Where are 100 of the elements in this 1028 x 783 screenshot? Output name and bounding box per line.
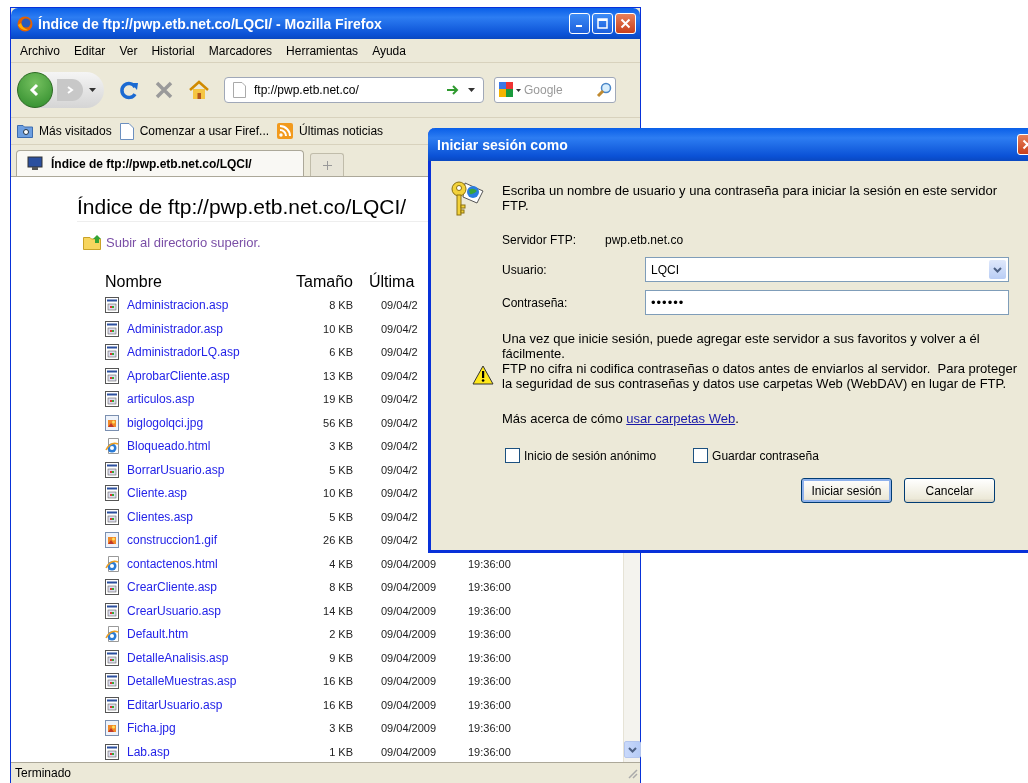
- file-date: 09/04/2: [381, 346, 418, 359]
- search-icon[interactable]: [596, 82, 612, 98]
- menu-item[interactable]: Marcadores: [203, 43, 282, 58]
- resize-grip-icon[interactable]: [626, 767, 638, 779]
- cancel-button[interactable]: Cancelar: [904, 478, 995, 503]
- menu-item[interactable]: Historial: [146, 43, 204, 58]
- go-arrow-icon[interactable]: [446, 84, 460, 96]
- file-link[interactable]: biglogolqci.jpg: [127, 415, 287, 430]
- bookmark-item[interactable]: Últimas noticias: [277, 123, 384, 139]
- search-engine-icon[interactable]: [498, 81, 522, 99]
- file-link[interactable]: DetalleMuestras.asp: [127, 674, 287, 689]
- checkbox[interactable]: [505, 448, 520, 463]
- image-file-icon: [105, 720, 119, 737]
- checkbox-label: Guardar contraseña: [712, 448, 819, 463]
- file-size: 16 KB: [322, 675, 353, 688]
- file-link[interactable]: DetalleAnalisis.asp: [127, 650, 287, 665]
- file-date: 09/04/2009: [381, 675, 437, 688]
- script-file-icon: [105, 391, 119, 408]
- server-label: Servidor FTP:: [502, 233, 577, 247]
- file-time: 19:36:00: [468, 745, 511, 758]
- file-date: 09/04/2009: [381, 698, 437, 711]
- script-file-icon: [105, 344, 119, 361]
- file-link[interactable]: Clientes.asp: [127, 509, 287, 524]
- close-icon: [620, 18, 631, 29]
- file-link[interactable]: EditarUsuario.asp: [127, 697, 287, 712]
- back-button[interactable]: [17, 72, 53, 108]
- file-link[interactable]: Lab.asp: [127, 744, 287, 759]
- dropdown-caret-icon[interactable]: [89, 88, 96, 92]
- parent-directory-link[interactable]: Subir al directorio superior.: [106, 234, 261, 250]
- scroll-down-button[interactable]: [624, 741, 641, 758]
- web-page-icon: [105, 438, 121, 455]
- minimize-button[interactable]: [569, 13, 590, 34]
- maximize-button[interactable]: [592, 13, 613, 34]
- dropdown-caret-icon[interactable]: [468, 88, 475, 92]
- file-date: 09/04/2: [381, 393, 418, 406]
- file-link[interactable]: CrearCliente.asp: [127, 580, 287, 595]
- checkbox-label: Inicio de sesión anónimo: [524, 448, 657, 463]
- file-size: 4 KB: [328, 557, 353, 570]
- file-date: 09/04/2009: [381, 604, 437, 617]
- image-file-icon: [105, 532, 119, 549]
- checkbox[interactable]: [693, 448, 709, 463]
- file-link[interactable]: CrearUsuario.asp: [127, 603, 287, 618]
- file-link[interactable]: BorrarUsuario.asp: [127, 462, 287, 477]
- script-file-icon: [105, 649, 119, 666]
- reload-icon[interactable]: [118, 79, 140, 101]
- bookmark-item[interactable]: Más visitados: [17, 124, 112, 138]
- file-size: 3 KB: [328, 722, 353, 735]
- file-link[interactable]: Administrador.asp: [127, 321, 287, 336]
- file-link[interactable]: Ficha.jpg: [127, 721, 287, 736]
- password-field[interactable]: ••••••: [645, 290, 1009, 315]
- file-link[interactable]: Cliente.asp: [127, 486, 287, 501]
- folder-up-icon: [83, 234, 103, 250]
- menu-item[interactable]: Herramientas: [281, 43, 368, 58]
- file-link[interactable]: articulos.asp: [127, 392, 287, 407]
- bookmark-item[interactable]: Comenzar a usar Firef...: [119, 122, 270, 140]
- chevron-down-icon: [628, 746, 637, 753]
- file-link[interactable]: construccion1.gif: [127, 533, 287, 548]
- column-header: Última: [368, 272, 416, 291]
- file-size: 8 KB: [328, 299, 353, 312]
- feed-icon: [277, 123, 294, 139]
- file-link[interactable]: Bloqueado.html: [127, 439, 287, 454]
- menu-item[interactable]: Archivo: [15, 43, 69, 58]
- file-link[interactable]: AdministradorLQ.asp: [127, 345, 287, 360]
- file-size: 8 KB: [328, 581, 353, 594]
- file-link[interactable]: AprobarCliente.asp: [127, 368, 287, 383]
- username-field[interactable]: LQCI: [645, 257, 1009, 282]
- warning-icon: [472, 365, 494, 385]
- home-icon[interactable]: [188, 80, 210, 100]
- file-time: 19:36:00: [468, 557, 511, 570]
- close-button[interactable]: [615, 13, 636, 34]
- file-link[interactable]: Administracion.asp: [127, 298, 287, 313]
- file-date: 09/04/2: [381, 369, 418, 382]
- file-size: 6 KB: [328, 346, 353, 359]
- login-button[interactable]: Iniciar sesión: [801, 478, 892, 503]
- column-header: Tamaño: [295, 272, 353, 291]
- file-size: 26 KB: [322, 534, 353, 547]
- maximize-icon: [597, 18, 608, 29]
- script-file-icon: [105, 508, 119, 525]
- column-header: Nombre: [105, 272, 163, 291]
- file-link[interactable]: contactenos.html: [127, 556, 287, 571]
- browser-tab[interactable]: Índice de ftp://pwp.etb.net.co/LQCI/: [16, 150, 304, 176]
- file-time: 19:36:00: [468, 628, 511, 641]
- menu-item[interactable]: Ver: [114, 43, 147, 58]
- file-date: 09/04/2009: [381, 745, 437, 758]
- file-size: 56 KB: [322, 416, 353, 429]
- address-bar[interactable]: ftp://pwp.etb.net.co/: [224, 77, 484, 103]
- dropdown-button[interactable]: [989, 260, 1006, 279]
- menu-item[interactable]: Ayuda: [367, 43, 415, 58]
- file-link[interactable]: Default.htm: [127, 627, 287, 642]
- file-size: 2 KB: [328, 628, 353, 641]
- script-file-icon: [105, 297, 119, 314]
- password-label: Contraseña:: [502, 295, 569, 310]
- menu-item[interactable]: Editar: [69, 43, 115, 58]
- file-size: 9 KB: [328, 651, 353, 664]
- file-time: 19:36:00: [468, 581, 511, 594]
- file-date: 09/04/2009: [381, 722, 437, 735]
- username-label: Usuario:: [502, 262, 548, 277]
- file-date: 09/04/2: [381, 322, 418, 335]
- file-size: 19 KB: [322, 393, 353, 406]
- folder-search-icon: [17, 124, 33, 138]
